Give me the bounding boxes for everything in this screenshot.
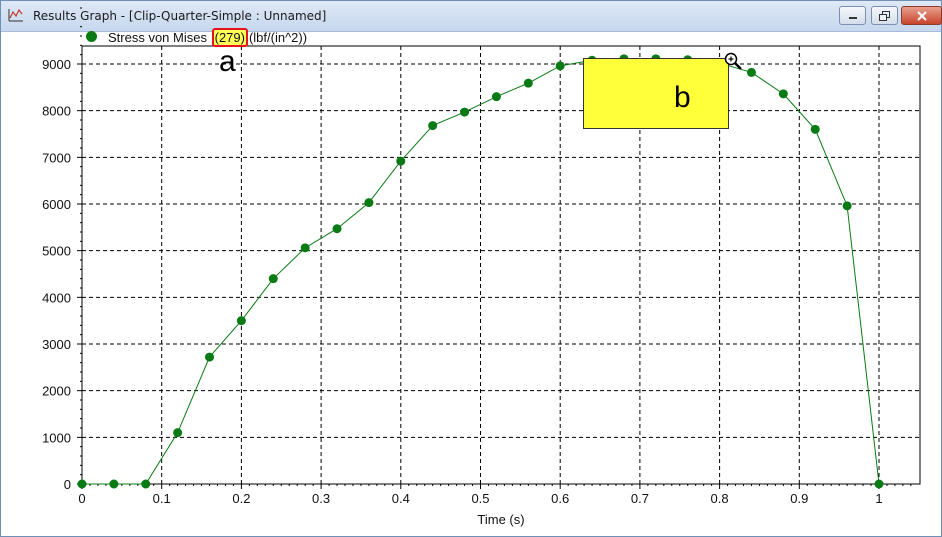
highlight-box bbox=[583, 58, 729, 129]
y-tick-label: 9000 bbox=[42, 57, 71, 72]
legend-marker bbox=[86, 31, 97, 42]
x-tick-label: 0.1 bbox=[153, 491, 171, 506]
data-point[interactable] bbox=[842, 201, 852, 211]
data-point[interactable] bbox=[332, 224, 342, 234]
x-tick-label: 0.8 bbox=[711, 491, 729, 506]
data-point[interactable] bbox=[141, 479, 151, 489]
x-tick-label: 1 bbox=[875, 491, 882, 506]
x-tick-label: 0.3 bbox=[312, 491, 330, 506]
data-point[interactable] bbox=[396, 156, 406, 166]
x-tick-label: 0.9 bbox=[790, 491, 808, 506]
annotation-label-b: b bbox=[674, 81, 691, 114]
data-point[interactable] bbox=[300, 243, 310, 253]
y-tick-label: 8000 bbox=[42, 104, 71, 119]
data-point[interactable] bbox=[874, 479, 884, 489]
x-tick-label: 0.7 bbox=[631, 491, 649, 506]
x-tick-label: 0.6 bbox=[551, 491, 569, 506]
data-point[interactable] bbox=[555, 61, 565, 71]
legend: Stress von Mises (279) (lbf/(in^2)) bbox=[108, 28, 307, 47]
data-point[interactable] bbox=[460, 107, 470, 117]
plot-area bbox=[81, 45, 921, 485]
results-graph-window: Results Graph - [Clip-Quarter-Simple : U… bbox=[0, 0, 942, 537]
y-tick-label: 0 bbox=[64, 477, 71, 492]
x-tick-label: 0.2 bbox=[232, 491, 250, 506]
data-point[interactable] bbox=[523, 78, 533, 88]
data-point[interactable] bbox=[364, 198, 374, 208]
x-tick-label: 0.4 bbox=[392, 491, 410, 506]
data-point[interactable] bbox=[109, 479, 119, 489]
y-tick-label: 3000 bbox=[42, 337, 71, 352]
data-point[interactable] bbox=[778, 89, 788, 99]
data-point[interactable] bbox=[236, 316, 246, 326]
y-tick-label: 6000 bbox=[42, 197, 71, 212]
data-point[interactable] bbox=[746, 67, 756, 77]
zoom-magnifier-icon[interactable] bbox=[723, 51, 743, 71]
x-tick-label: 0.5 bbox=[471, 491, 489, 506]
legend-series-name: Stress von Mises bbox=[108, 30, 207, 45]
y-tick-label: 1000 bbox=[42, 430, 71, 445]
data-point[interactable] bbox=[205, 352, 215, 362]
legend-units: (lbf/(in^2)) bbox=[248, 30, 308, 45]
y-tick-label: 4000 bbox=[42, 290, 71, 305]
annotation-label-a: a bbox=[219, 45, 236, 78]
data-point[interactable] bbox=[268, 274, 278, 284]
data-point[interactable] bbox=[428, 121, 438, 131]
data-point[interactable] bbox=[491, 92, 501, 102]
x-tick-label: 0 bbox=[78, 491, 85, 506]
y-tick-label: 7000 bbox=[42, 150, 71, 165]
results-chart[interactable]: 0 0.1 0.2 0.3 0.4 0.5 0.6 0.7 0.8 0.9 1 0 1000 2000 30… bbox=[1, 1, 941, 537]
data-point[interactable] bbox=[77, 479, 87, 489]
data-point[interactable] bbox=[173, 428, 183, 438]
y-tick-label: 5000 bbox=[42, 244, 71, 259]
x-axis-title: Time (s) bbox=[477, 512, 524, 527]
data-point[interactable] bbox=[810, 124, 820, 134]
y-tick-label: 2000 bbox=[42, 384, 71, 399]
